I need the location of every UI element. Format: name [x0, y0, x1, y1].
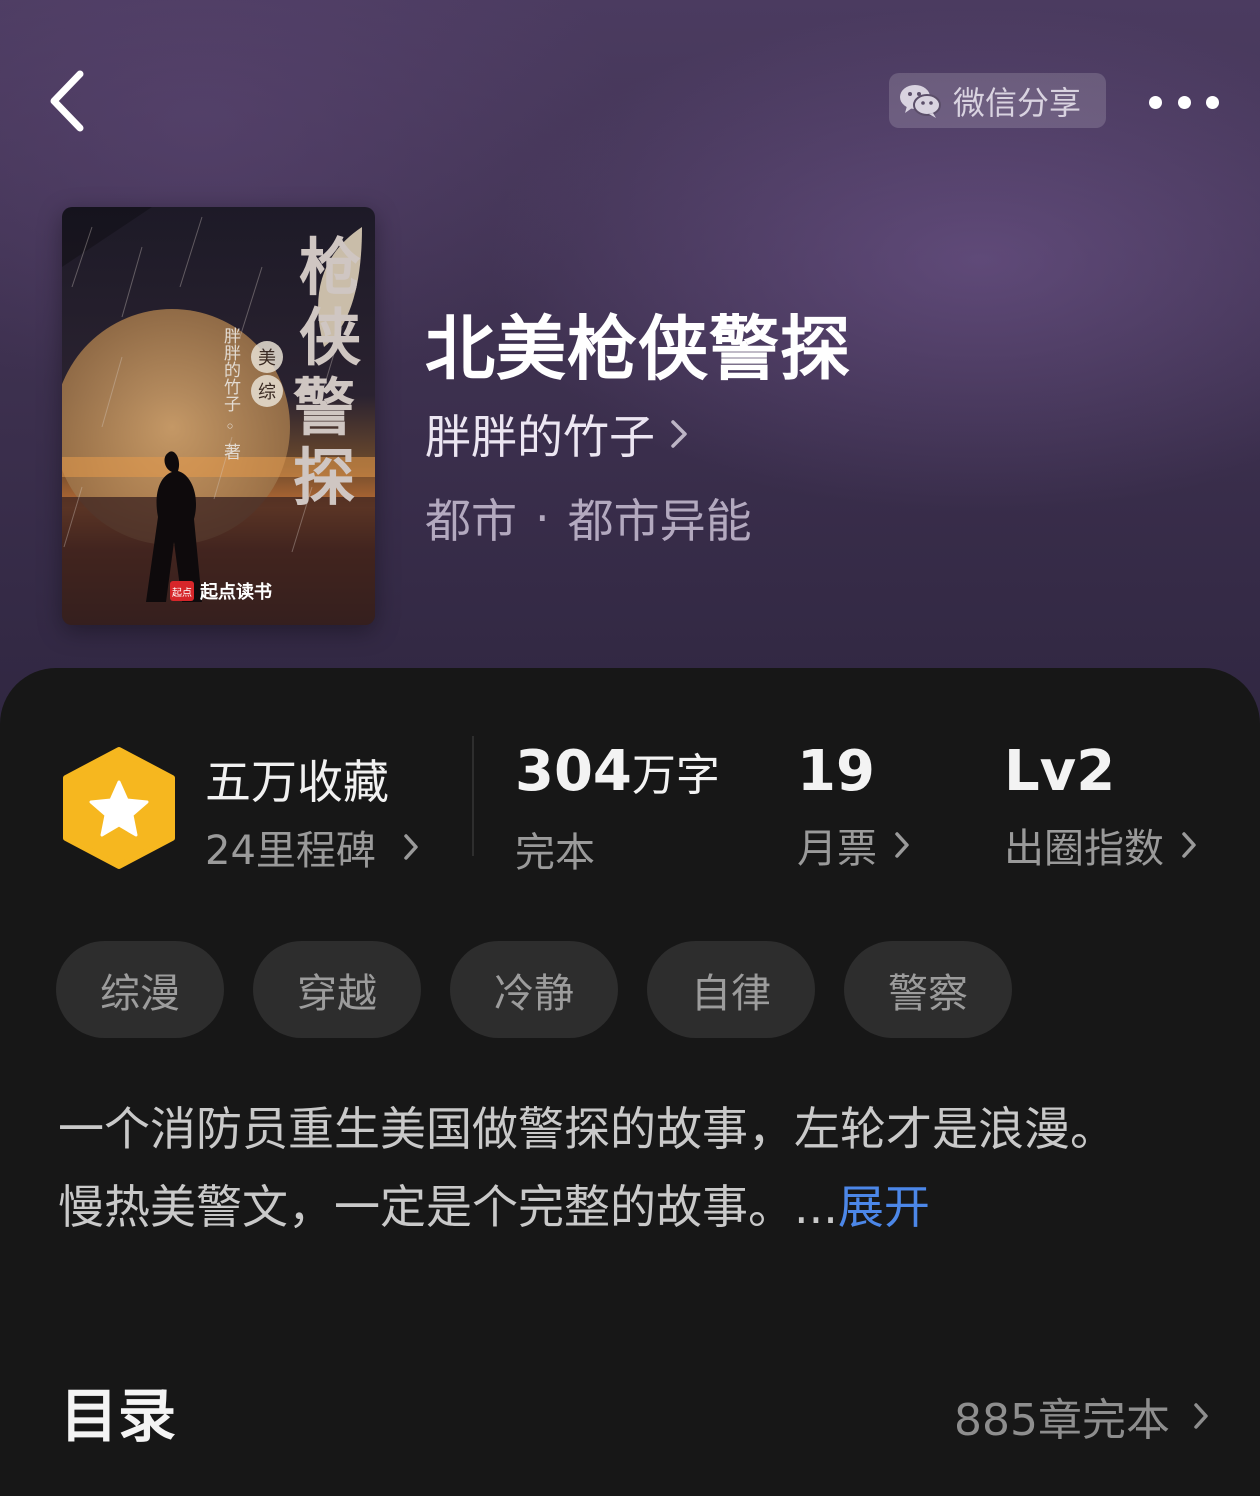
tag-chip[interactable]: 穿越	[253, 941, 421, 1038]
level-label: 出圈指数	[1004, 826, 1164, 872]
tag-chip[interactable]: 综漫	[56, 941, 224, 1038]
cover-title-char: 警	[293, 371, 355, 444]
tag-list: 综漫 穿越 冷静 自律 警察	[56, 941, 1012, 1038]
monthly-votes-stat[interactable]: 19 月票	[797, 736, 911, 874]
genre-row: 都市 · 都市异能	[425, 488, 752, 548]
chevron-left-icon	[50, 70, 84, 132]
word-status: 完本	[515, 830, 595, 876]
publisher-mark: 起点	[172, 587, 192, 599]
cover-title-char: 探	[293, 441, 355, 514]
chapter-count: 885章完本	[954, 1395, 1170, 1446]
expand-link[interactable]: 展开	[838, 1180, 930, 1234]
book-info-sheet: 五万收藏 24里程碑 304万字 完本 19 月票 Lv2 出圈指数 综漫 穿越…	[0, 668, 1260, 1496]
book-detail-page: 微信分享 枪 侠 警 探 美 综 胖胖的竹子 ◦ 著 起点 起点读书 北美枪侠警…	[0, 0, 1260, 1496]
milestone-label: 24里程碑	[205, 828, 376, 874]
more-dot-icon	[1206, 95, 1219, 109]
tag-chip[interactable]: 冷静	[450, 941, 618, 1038]
share-label: 微信分享	[953, 83, 1082, 122]
cover-badge-char: 综	[258, 382, 276, 403]
chevron-right-icon	[1194, 1403, 1208, 1429]
word-count-unit: 万字	[631, 750, 720, 801]
more-dot-icon	[1149, 95, 1162, 109]
chevron-right-icon	[1182, 832, 1196, 858]
wechat-share-button[interactable]: 微信分享	[889, 73, 1106, 128]
book-intro: 一个消防员重生美国做警探的故事，左轮才是浪漫。 慢热美警文，一定是个完整的故事。…	[58, 1090, 1208, 1246]
chevron-right-icon	[671, 420, 687, 448]
book-header: 微信分享 枪 侠 警 探 美 综 胖胖的竹子 ◦ 著 起点 起点读书 北美枪侠警…	[0, 0, 1260, 760]
intro-line-2: 慢热美警文，一定是个完整的故事。...展开	[58, 1168, 1208, 1246]
author-link[interactable]: 胖胖的竹子	[425, 404, 689, 464]
popularity-level-stat[interactable]: Lv2 出圈指数	[1004, 736, 1198, 874]
chevron-right-icon	[895, 832, 909, 858]
back-button[interactable]	[36, 66, 96, 136]
intro-line: 一个消防员重生美国做警探的故事，左轮才是浪漫。	[58, 1102, 1116, 1156]
wechat-icon	[900, 84, 941, 118]
level-value: Lv2	[1004, 739, 1116, 804]
word-count-stat: 304万字 完本	[515, 736, 720, 878]
cover-author-text: 胖胖的竹子 ◦ 著	[220, 327, 241, 460]
intro-text: 慢热美警文，一定是个完整的故事。...	[58, 1180, 838, 1234]
tag-chip[interactable]: 自律	[647, 941, 815, 1038]
table-of-contents-row[interactable]: 目录 885章完本	[60, 1376, 1210, 1456]
toc-title: 目录	[60, 1382, 177, 1450]
cover-artwork: 枪 侠 警 探 美 综 胖胖的竹子 ◦ 著 起点 起点读书	[62, 207, 375, 625]
subcategory-link[interactable]: 都市异能	[568, 485, 752, 551]
book-cover[interactable]: 枪 侠 警 探 美 综 胖胖的竹子 ◦ 著 起点 起点读书	[62, 207, 375, 625]
milestone-link[interactable]: 24里程碑	[205, 818, 420, 876]
stats-divider	[472, 736, 474, 856]
cover-title-char: 侠	[299, 301, 362, 374]
tag-chip[interactable]: 警察	[844, 941, 1012, 1038]
author-name: 胖胖的竹子	[425, 410, 655, 464]
chevron-right-icon	[404, 834, 418, 860]
toc-meta: 885章完本	[954, 1376, 1210, 1456]
more-dot-icon	[1177, 95, 1191, 109]
word-count-number: 304	[515, 739, 632, 804]
cover-title-char: 枪	[299, 231, 361, 304]
cover-badge-char: 美	[258, 348, 276, 369]
category-link[interactable]: 都市	[425, 485, 517, 551]
genre-separator: ·	[535, 491, 550, 545]
collection-title: 五万收藏	[205, 755, 389, 809]
more-button[interactable]	[1143, 82, 1225, 122]
monthly-votes-number: 19	[797, 739, 875, 804]
stats-row: 五万收藏 24里程碑 304万字 完本 19 月票 Lv2 出圈指数	[0, 668, 1260, 898]
monthly-votes-label: 月票	[797, 826, 877, 872]
collection-badge-icon	[63, 747, 175, 869]
book-title: 北美枪侠警探	[425, 307, 851, 390]
publisher-text: 起点读书	[199, 581, 272, 603]
